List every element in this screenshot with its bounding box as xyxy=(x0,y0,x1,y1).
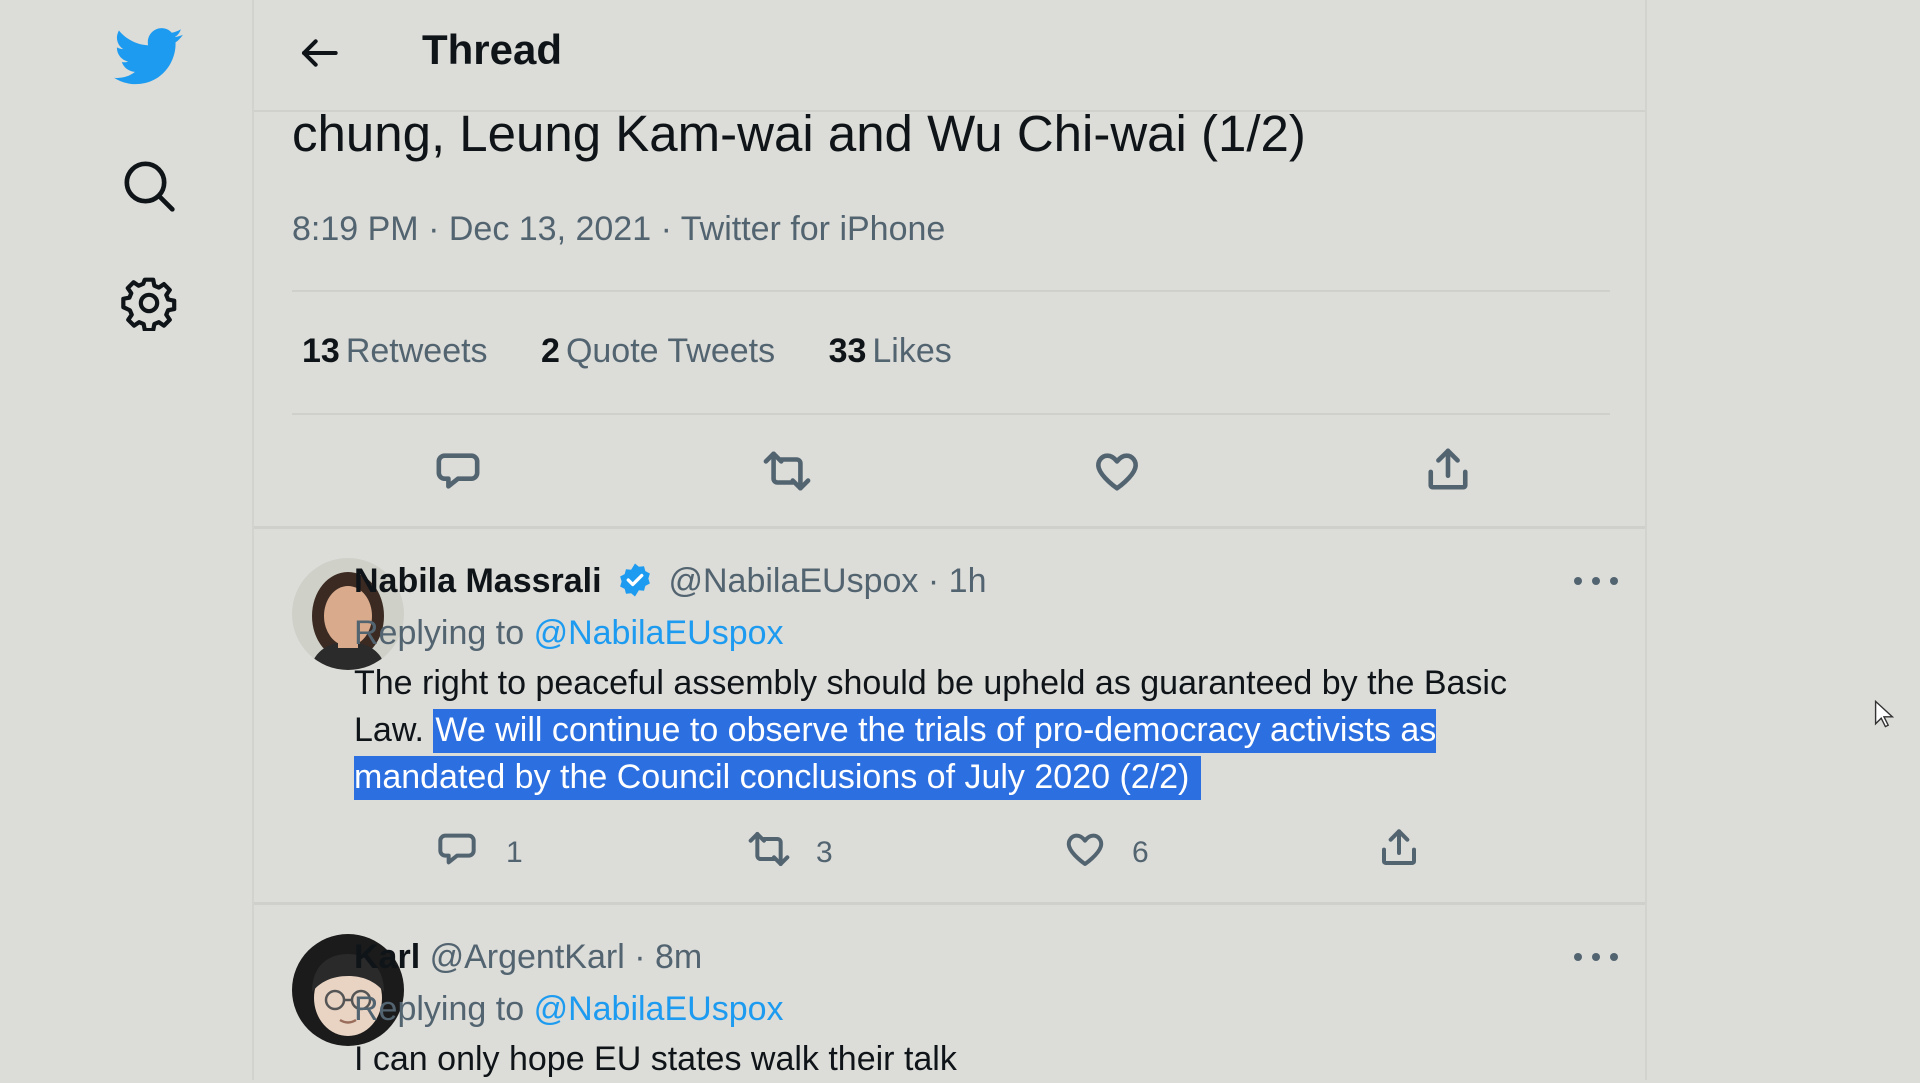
reply-count: 1 xyxy=(506,836,523,869)
author-handle[interactable]: @NabilaEUspox xyxy=(668,562,918,600)
selected-text: We will continue to observe the trials o… xyxy=(354,709,1437,800)
meta-separator: · xyxy=(428,210,440,248)
mouse-cursor-icon xyxy=(1874,699,1895,728)
time-separator: · xyxy=(634,938,646,976)
author-name[interactable]: Nabila Massrali xyxy=(354,562,602,600)
reply-icon[interactable] xyxy=(430,446,486,496)
reply-text: The right to peaceful assembly should be… xyxy=(354,660,1554,801)
thread-column: Thread chung, Leung Kam-wai and Wu Chi-w… xyxy=(252,0,1647,1080)
divider xyxy=(254,526,1645,529)
retweet-icon[interactable] xyxy=(757,446,817,496)
time-separator: · xyxy=(927,562,940,600)
author-name[interactable]: Karl xyxy=(354,938,420,976)
retweets-stat[interactable]: 13 Retweets xyxy=(302,332,488,370)
tweet-meta: 8:19 PM · Dec 13, 2021 · Twitter for iPh… xyxy=(292,210,945,249)
divider xyxy=(292,413,1610,415)
tweet-text: chung, Leung Kam-wai and Wu Chi-wai (1/2… xyxy=(292,105,1306,162)
replying-to: Replying to @NabilaEUspox xyxy=(354,614,784,652)
meta-separator: · xyxy=(660,210,672,248)
share-icon[interactable] xyxy=(1420,444,1476,496)
tweet-source[interactable]: Twitter for iPhone xyxy=(681,210,946,248)
retweet-icon[interactable] xyxy=(742,826,796,872)
replying-to-mention[interactable]: @NabilaEUspox xyxy=(534,990,784,1028)
retweet-count: 3 xyxy=(816,836,833,869)
divider xyxy=(254,902,1645,905)
more-options-icon[interactable] xyxy=(1574,571,1618,591)
like-icon[interactable] xyxy=(1089,446,1145,496)
reply-time[interactable]: 8m xyxy=(655,938,702,976)
left-nav xyxy=(0,0,252,1080)
verified-badge-icon xyxy=(617,562,653,607)
tweet-stats: 13 Retweets 2 Quote Tweets 33 Likes xyxy=(302,332,996,371)
quote-tweets-stat[interactable]: 2 Quote Tweets xyxy=(541,332,775,370)
reply-2-author-line: Karl @ArgentKarl · 8m xyxy=(354,938,702,977)
author-handle[interactable]: @ArgentKarl xyxy=(430,938,625,976)
gear-icon[interactable] xyxy=(118,272,180,334)
replying-to: Replying to @NabilaEUspox xyxy=(354,990,784,1028)
reply-icon[interactable] xyxy=(432,826,482,872)
reply-time[interactable]: 1h xyxy=(949,562,987,600)
thread-header: Thread xyxy=(254,0,1645,112)
page-title: Thread xyxy=(422,26,563,73)
twitter-bird-icon[interactable] xyxy=(110,22,188,92)
share-icon[interactable] xyxy=(1374,824,1424,872)
divider xyxy=(292,290,1610,292)
like-icon[interactable] xyxy=(1060,826,1110,872)
tweet-time[interactable]: 8:19 PM xyxy=(292,210,419,248)
like-count: 6 xyxy=(1132,836,1149,869)
search-icon[interactable] xyxy=(118,155,180,217)
more-options-icon[interactable] xyxy=(1574,947,1618,967)
replying-to-mention[interactable]: @NabilaEUspox xyxy=(534,614,784,652)
reply-text: I can only hope EU states walk their tal… xyxy=(354,1040,957,1078)
tweet-date[interactable]: Dec 13, 2021 xyxy=(449,210,651,248)
likes-stat[interactable]: 33 Likes xyxy=(829,332,952,370)
back-arrow-icon[interactable] xyxy=(294,30,344,76)
